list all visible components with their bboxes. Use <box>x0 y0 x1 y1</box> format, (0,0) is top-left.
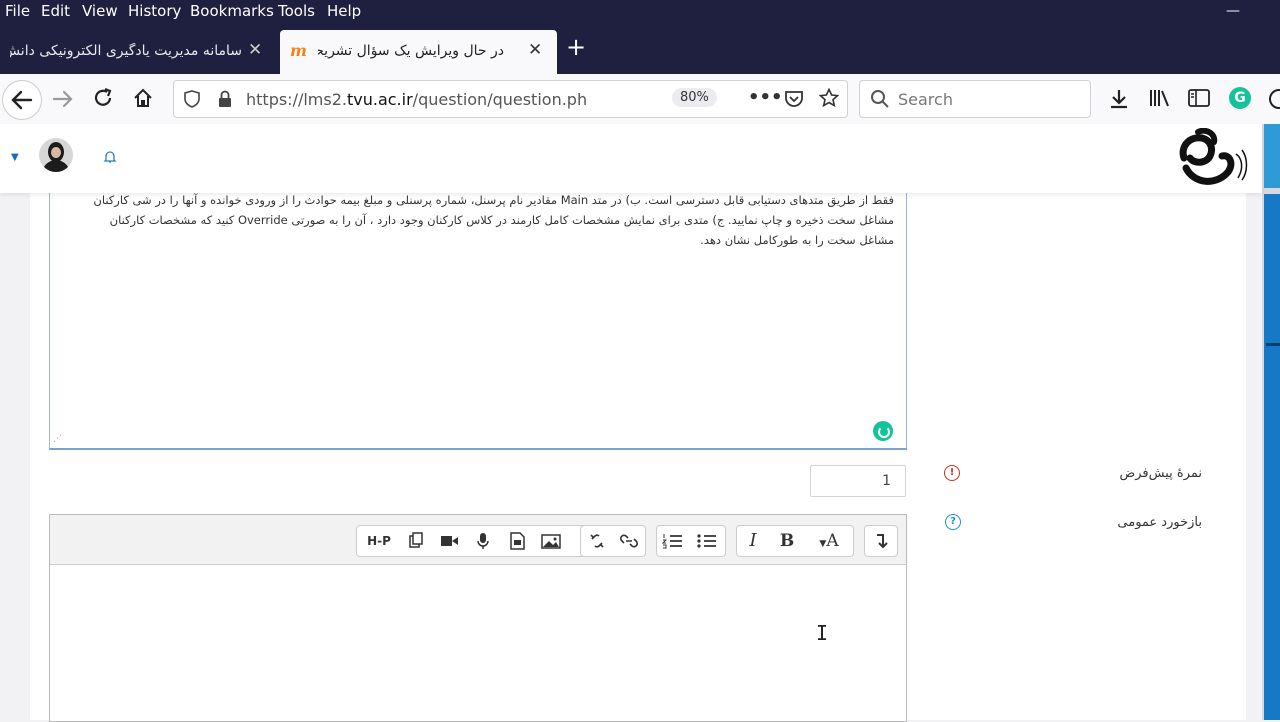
tab-title: در حال ویرایش یک سؤال تشریحی <box>318 43 504 59</box>
menu-file[interactable]: File <box>5 2 30 20</box>
back-arrow-icon <box>11 90 33 110</box>
url-text[interactable]: https://lms2.tvu.ac.ir/question/question… <box>246 90 586 109</box>
link-icon[interactable] <box>615 530 643 552</box>
search-input[interactable]: Search <box>898 90 953 109</box>
tab-edit-question[interactable]: m در حال ویرایش یک سؤال تشریحی ✕ <box>280 30 557 74</box>
question-text-line: مشاغل سخت ذخیره و چاپ نمایید. ج) متدی بر… <box>109 213 894 227</box>
question-text-editor[interactable]: فقط از طریق متدهای دستیابی قابل دسترسی ا… <box>49 178 907 450</box>
font-style-label: A <box>826 531 839 551</box>
microphone-icon[interactable] <box>469 530 497 552</box>
menu-bookmarks[interactable]: Bookmarks <box>190 2 274 20</box>
toolbar-group-media: H-P <box>356 525 596 557</box>
tab-title: سامانه مدیریت یادگیری الکترونیکی دانش <box>10 43 242 59</box>
avatar[interactable] <box>39 138 73 172</box>
bullet-list-icon[interactable] <box>693 530 721 552</box>
address-bar[interactable]: https://lms2.tvu.ac.ir/question/question… <box>173 80 848 118</box>
side-panel <box>1264 194 1280 720</box>
grammarly-button-icon[interactable] <box>873 421 893 441</box>
search-bar[interactable]: Search <box>859 80 1091 118</box>
reload-icon[interactable] <box>92 87 114 109</box>
question-text-line: مشاغل سخت را به طورکامل نشان دهد. <box>700 233 894 247</box>
pocket-icon[interactable] <box>784 90 804 108</box>
bold-button[interactable]: B <box>773 530 801 552</box>
general-feedback-editor[interactable]: H-P I B ▼A <box>49 514 907 722</box>
menu-edit[interactable]: Edit <box>41 2 70 20</box>
scrollbar-thumb[interactable] <box>1266 343 1280 346</box>
help-icon[interactable]: ? <box>945 514 961 530</box>
tab-bar: سامانه مدیریت یادگیری الکترونیکی دانش ✕ … <box>0 24 1280 74</box>
moodle-favicon-icon: m <box>290 41 307 60</box>
video-icon[interactable] <box>435 530 463 552</box>
default-mark-label: نمرهٔ پیش‌فرض <box>1119 466 1202 481</box>
h5p-button[interactable]: H-P <box>361 530 397 552</box>
menu-bar: File Edit View History Bookmarks Tools H… <box>0 0 1280 24</box>
manage-files-icon[interactable] <box>401 530 429 552</box>
forward-arrow-icon[interactable] <box>51 87 75 111</box>
downloads-icon[interactable] <box>1109 88 1129 110</box>
resize-handle-icon[interactable]: ⋰ <box>53 434 62 444</box>
general-feedback-label: بازخورد عمومی <box>1117 515 1202 530</box>
numbered-list-icon[interactable] <box>659 530 687 552</box>
home-icon[interactable] <box>132 87 154 109</box>
tab-lms-home[interactable]: سامانه مدیریت یادگیری الکترونیکی دانش ✕ <box>0 30 274 74</box>
toolbar-group-format: I B ▼A <box>736 525 854 557</box>
back-button[interactable] <box>2 80 42 120</box>
toolbar-group-lists <box>656 525 726 557</box>
default-mark-input[interactable]: 1 <box>810 465 906 497</box>
bookmark-star-icon[interactable] <box>819 88 839 108</box>
menu-tools[interactable]: Tools <box>278 2 315 20</box>
page-actions-icon[interactable]: ••• <box>748 87 783 108</box>
avatar-body <box>42 160 70 172</box>
menu-history[interactable]: History <box>128 2 181 20</box>
media-icon[interactable] <box>503 530 531 552</box>
url-path: /question/question.php?courseid= <box>412 90 586 109</box>
unlink-icon[interactable] <box>583 530 611 552</box>
zoom-level[interactable]: 80% <box>672 88 717 107</box>
toolbar-group-toggle <box>864 525 898 557</box>
user-menu-caret-icon[interactable]: ▼ <box>11 152 19 163</box>
side-panel-top <box>1264 124 1280 188</box>
avatar-face <box>51 147 61 158</box>
url-prefix: https://lms2. <box>246 90 347 109</box>
library-icon[interactable] <box>1149 88 1171 108</box>
lock-icon[interactable] <box>218 90 232 108</box>
url-domain: tvu.ac.ir <box>346 90 413 109</box>
image-icon[interactable] <box>537 530 565 552</box>
menu-help[interactable]: Help <box>327 2 361 20</box>
bell-icon[interactable] <box>103 150 117 164</box>
tracking-shield-icon[interactable] <box>184 90 200 108</box>
font-style-button[interactable]: ▼A <box>809 530 849 552</box>
text-cursor-icon: I <box>816 621 829 645</box>
close-tab-icon[interactable]: ✕ <box>528 40 542 60</box>
toolbar-group-links <box>580 525 646 557</box>
question-text-line: فقط از طریق متدهای دستیابی قابل دسترسی ا… <box>93 193 894 207</box>
toolbar-toggle-icon[interactable] <box>867 530 895 552</box>
account-icon[interactable] <box>1268 88 1280 110</box>
question-text[interactable]: فقط از طریق متدهای دستیابی قابل دسترسی ا… <box>86 190 894 250</box>
minimize-button[interactable]: — <box>1226 3 1240 19</box>
italic-button[interactable]: I <box>739 530 767 552</box>
site-header: ▼ <box>0 124 1262 193</box>
editor-toolbar: H-P I B ▼A <box>50 515 906 565</box>
required-icon: ! <box>944 465 960 481</box>
new-tab-button[interactable]: + <box>566 33 586 61</box>
university-logo[interactable] <box>1176 128 1252 190</box>
sidebar-icon[interactable] <box>1188 89 1210 107</box>
search-icon <box>871 90 889 108</box>
navigation-bar: https://lms2.tvu.ac.ir/question/question… <box>0 74 1280 125</box>
menu-view[interactable]: View <box>82 2 118 20</box>
close-tab-icon[interactable]: ✕ <box>248 40 262 60</box>
grammarly-extension-icon[interactable]: G <box>1229 87 1251 109</box>
page-scrollbar[interactable] <box>1262 124 1280 720</box>
